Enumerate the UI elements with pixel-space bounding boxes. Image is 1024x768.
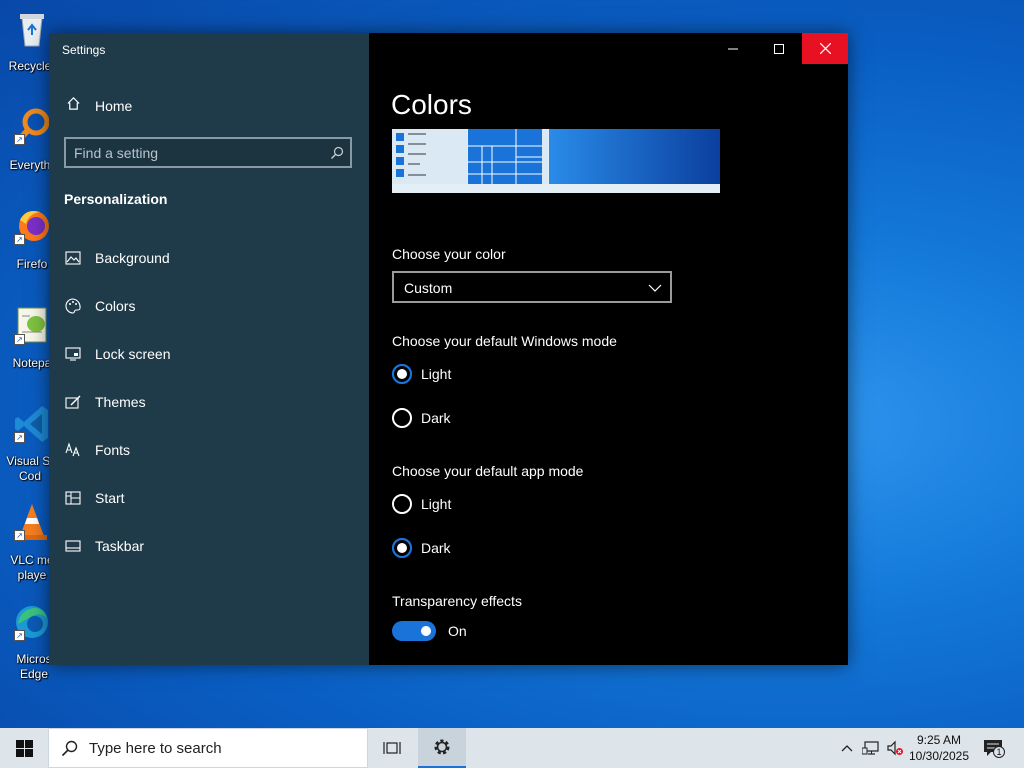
brush-icon bbox=[64, 393, 82, 411]
monitor-icon bbox=[64, 345, 82, 363]
radio-selected-icon bbox=[392, 364, 412, 384]
home-icon bbox=[66, 96, 81, 116]
sidebar-item-lock-screen[interactable]: Lock screen bbox=[64, 338, 354, 370]
picture-icon bbox=[64, 249, 82, 267]
windows-mode-label: Choose your default Windows mode bbox=[392, 333, 617, 349]
home-label: Home bbox=[95, 98, 133, 114]
close-icon bbox=[819, 43, 831, 54]
taskbar-icon bbox=[64, 537, 82, 555]
chevron-down-icon bbox=[648, 281, 662, 295]
find-setting-input[interactable] bbox=[74, 144, 314, 162]
find-setting-search[interactable] bbox=[64, 137, 352, 168]
radio-unselected-icon bbox=[392, 408, 412, 428]
minimize-button[interactable] bbox=[710, 33, 756, 64]
radio-unselected-icon bbox=[392, 494, 412, 514]
shortcut-arrow-icon: ↗ bbox=[14, 432, 25, 443]
show-hidden-icons-button[interactable] bbox=[838, 728, 856, 768]
chevron-up-icon bbox=[841, 745, 853, 752]
search-icon bbox=[61, 740, 78, 757]
shortcut-arrow-icon: ↗ bbox=[14, 234, 25, 245]
sidebar-item-label: Themes bbox=[95, 394, 146, 410]
shortcut-arrow-icon: ↗ bbox=[14, 630, 25, 641]
transparency-label: Transparency effects bbox=[392, 593, 522, 609]
notification-icon: 1 bbox=[983, 739, 1005, 758]
sidebar-item-label: Start bbox=[95, 490, 125, 506]
action-center-button[interactable]: 1 bbox=[980, 728, 1006, 768]
app-mode-dark-radio[interactable]: Dark bbox=[392, 538, 451, 558]
windows-mode-light-radio[interactable]: Light bbox=[392, 364, 451, 384]
task-view-button[interactable] bbox=[368, 728, 416, 768]
network-icon bbox=[862, 741, 879, 755]
radio-selected-icon bbox=[392, 538, 412, 558]
color-preview-image bbox=[392, 129, 720, 193]
settings-sidebar: Settings Home Personalization Background bbox=[49, 33, 369, 665]
network-tray-button[interactable] bbox=[860, 728, 882, 768]
taskbar-clock[interactable]: 9:25 AM 10/30/2025 bbox=[905, 732, 973, 764]
sidebar-item-label: Background bbox=[95, 250, 170, 266]
sidebar-item-themes[interactable]: Themes bbox=[64, 386, 354, 418]
taskbar: Type here to search 9:25 AM 10/30/2025 1 bbox=[0, 728, 1024, 768]
window-title: Settings bbox=[62, 43, 106, 57]
sidebar-item-taskbar[interactable]: Taskbar bbox=[64, 530, 354, 562]
maximize-icon bbox=[774, 43, 784, 54]
radio-label: Dark bbox=[421, 540, 451, 556]
shortcut-arrow-icon: ↗ bbox=[14, 530, 25, 541]
sidebar-item-background[interactable]: Background bbox=[64, 242, 354, 274]
gear-icon bbox=[434, 739, 450, 755]
radio-label: Light bbox=[421, 366, 452, 382]
dropdown-value: Custom bbox=[404, 280, 453, 296]
start-button[interactable] bbox=[0, 728, 48, 768]
sidebar-item-start[interactable]: Start bbox=[64, 482, 354, 514]
sidebar-item-home[interactable]: Home bbox=[66, 96, 132, 116]
taskbar-search-placeholder: Type here to search bbox=[89, 739, 222, 757]
sidebar-item-label: Taskbar bbox=[95, 538, 145, 554]
minimize-icon bbox=[728, 48, 738, 49]
choose-color-label: Choose your color bbox=[392, 246, 506, 262]
volume-muted-icon bbox=[887, 740, 903, 756]
shortcut-arrow-icon: ↗ bbox=[14, 134, 25, 145]
choose-color-dropdown[interactable]: Custom bbox=[392, 271, 672, 303]
windows-logo-icon bbox=[15, 739, 33, 757]
toggle-state-text: On bbox=[448, 623, 467, 639]
taskbar-settings-app[interactable] bbox=[418, 728, 466, 768]
start-grid-icon bbox=[64, 489, 82, 507]
sidebar-item-label: Fonts bbox=[95, 442, 131, 458]
clock-time: 9:25 AM bbox=[916, 733, 962, 747]
fonts-icon bbox=[64, 441, 82, 459]
sidebar-item-label: Colors bbox=[95, 298, 136, 314]
page-title: Colors bbox=[391, 89, 472, 120]
maximize-button[interactable] bbox=[756, 33, 802, 64]
app-mode-label: Choose your default app mode bbox=[392, 463, 584, 479]
settings-content: Colors Choose your color Custom Choose y… bbox=[369, 33, 848, 665]
section-title: Personalization bbox=[64, 191, 168, 207]
notification-count-badge: 1 bbox=[993, 746, 1005, 758]
toggle-knob bbox=[421, 626, 431, 636]
radio-label: Light bbox=[421, 496, 452, 512]
shortcut-arrow-icon: ↗ bbox=[14, 334, 25, 345]
task-view-icon bbox=[383, 742, 401, 754]
close-button[interactable] bbox=[802, 33, 848, 64]
transparency-toggle[interactable] bbox=[392, 621, 436, 641]
sidebar-item-colors[interactable]: Colors bbox=[64, 290, 354, 322]
app-mode-light-radio[interactable]: Light bbox=[392, 494, 451, 514]
windows-mode-dark-radio[interactable]: Dark bbox=[392, 408, 451, 428]
settings-window: Settings Home Personalization Background bbox=[49, 33, 848, 665]
clock-date: 10/30/2025 bbox=[908, 749, 970, 763]
sidebar-item-fonts[interactable]: Fonts bbox=[64, 434, 354, 466]
sidebar-item-label: Lock screen bbox=[95, 346, 171, 362]
volume-tray-button[interactable] bbox=[884, 728, 906, 768]
recycle-bin-icon bbox=[14, 8, 50, 47]
taskbar-search-box[interactable]: Type here to search bbox=[48, 728, 368, 768]
palette-icon bbox=[64, 297, 82, 315]
radio-label: Dark bbox=[421, 410, 451, 426]
search-icon bbox=[330, 146, 344, 160]
